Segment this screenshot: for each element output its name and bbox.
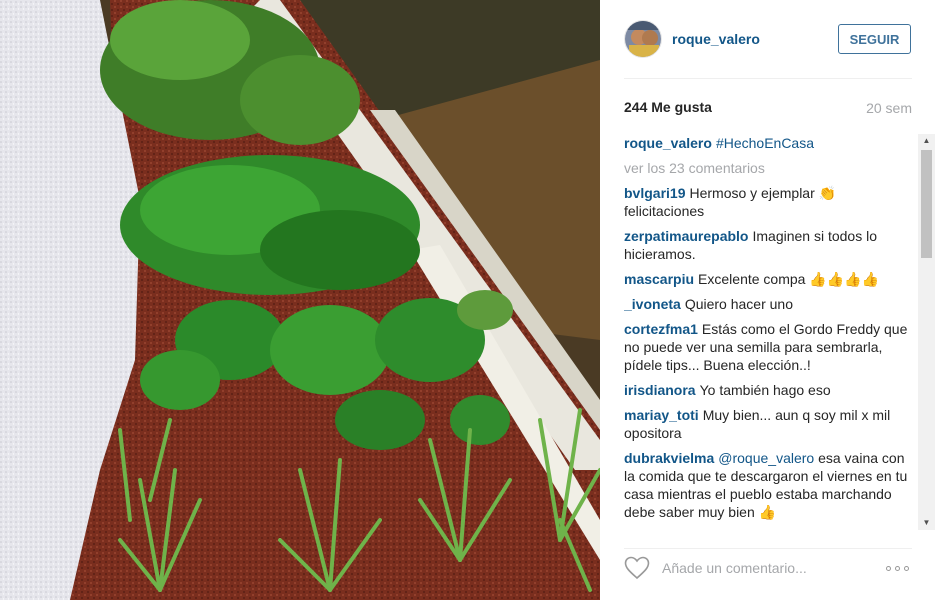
comment-text: Quiero hacer uno [684, 296, 793, 312]
header-divider [624, 78, 912, 79]
likes-count[interactable]: 244 Me gusta [624, 99, 712, 115]
comment-item: bvlgari19 Hermoso y ejemplar 👏 felicitaci… [624, 184, 912, 220]
comment-input[interactable] [662, 554, 862, 582]
comments-list: roque_valero #HechoEnCasa ver los 23 come… [624, 134, 912, 521]
comments-section[interactable]: roque_valero #HechoEnCasa ver los 23 come… [624, 134, 920, 530]
comment-author[interactable]: bvlgari19 [624, 185, 685, 201]
footer-divider [624, 548, 912, 549]
comment-author[interactable]: irisdianora [624, 382, 696, 398]
caption: roque_valero #HechoEnCasa [624, 134, 912, 152]
garden-photo-image [0, 0, 600, 600]
comment-author[interactable]: cortezfma1 [624, 321, 698, 337]
comment-author[interactable]: _ivoneta [624, 296, 681, 312]
comment-item: cortezfma1 Estás como el Gordo Freddy que… [624, 320, 912, 374]
avatar[interactable] [624, 20, 662, 58]
comment-author[interactable]: zerpatimaurepablo [624, 228, 748, 244]
heart-outline-icon[interactable] [624, 556, 650, 580]
scroll-up-arrow-icon[interactable]: ▲ [918, 134, 935, 148]
scroll-down-arrow-icon[interactable]: ▼ [918, 516, 935, 530]
more-options-icon[interactable] [886, 562, 912, 574]
caption-author[interactable]: roque_valero [624, 135, 712, 151]
scroll-thumb[interactable] [921, 150, 932, 258]
comment-text: Yo también hago eso [699, 382, 831, 398]
comment-author[interactable]: mascarpiu [624, 271, 694, 287]
comment-item: dubrakvielma @roque_valero esa vaina con … [624, 449, 912, 521]
post-time[interactable]: 20 sem [866, 100, 912, 116]
comment-item: mascarpiu Excelente compa 👍👍👍👍 [624, 270, 912, 288]
hashtag-link[interactable]: #HechoEnCasa [716, 135, 814, 151]
post-header: roque_valero SEGUIR [624, 20, 912, 60]
follow-button[interactable]: SEGUIR [838, 24, 911, 54]
comment-item: irisdianora Yo también hago eso [624, 381, 912, 399]
mention-link[interactable]: @roque_valero [718, 450, 814, 466]
view-all-comments-link[interactable]: ver los 23 comentarios [624, 159, 912, 177]
comment-author[interactable]: dubrakvielma [624, 450, 714, 466]
post-photo[interactable] [0, 0, 600, 600]
avatar-image [625, 21, 661, 57]
comment-author[interactable]: mariay_toti [624, 407, 699, 423]
post-sidebar: roque_valero SEGUIR 244 Me gusta 20 sem … [600, 0, 936, 600]
comment-text: Excelente compa 👍👍👍👍 [698, 271, 880, 287]
username-link[interactable]: roque_valero [672, 31, 760, 47]
comment-item: mariay_toti Muy bien... aun q soy mil x m… [624, 406, 912, 442]
comments-scrollbar[interactable]: ▲ ▼ [918, 134, 935, 530]
comment-item: zerpatimaurepablo Imaginen si todos lo hi… [624, 227, 912, 263]
comment-item: _ivoneta Quiero hacer uno [624, 295, 912, 313]
